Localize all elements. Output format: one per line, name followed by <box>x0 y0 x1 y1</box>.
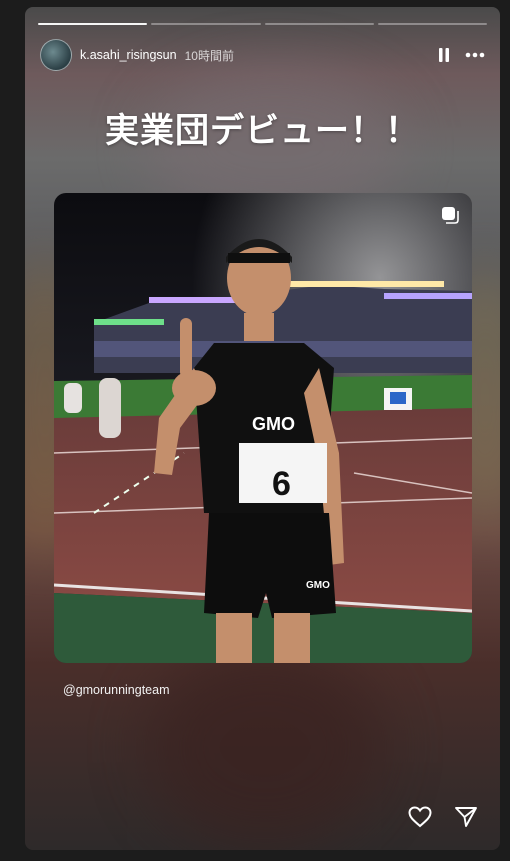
story-viewer: k.asahi_risingsun 10時間前 実業団デビュー！！ GMO 6 … <box>25 7 500 850</box>
mention-tag[interactable]: @gmorunningteam <box>63 683 170 697</box>
bg-blur <box>145 647 385 847</box>
progress-segment <box>151 23 261 25</box>
username[interactable]: k.asahi_risingsun <box>80 48 177 62</box>
timestamp: 10時間前 <box>184 48 234 63</box>
progress-segment <box>377 23 487 25</box>
story-header: k.asahi_risingsun 10時間前 <box>40 39 485 71</box>
story-progress <box>38 23 487 25</box>
more-icon[interactable] <box>465 52 485 58</box>
avatar[interactable] <box>40 39 72 71</box>
heart-icon[interactable] <box>408 806 432 828</box>
multi-photo-icon <box>440 205 460 230</box>
shorts-logo: GMO <box>306 580 330 591</box>
story-photo[interactable]: GMO 6 GMO <box>54 193 472 663</box>
shirt-logo: GMO <box>252 414 295 434</box>
pause-icon[interactable] <box>437 47 451 63</box>
bib-number: 6 <box>272 465 291 503</box>
share-icon[interactable] <box>454 806 478 828</box>
photo-scene: GMO 6 GMO <box>54 193 472 663</box>
story-actions <box>408 806 478 828</box>
progress-segment <box>264 23 374 25</box>
progress-segment <box>38 23 148 25</box>
story-headline: 実業団デビュー！！ <box>105 111 420 151</box>
